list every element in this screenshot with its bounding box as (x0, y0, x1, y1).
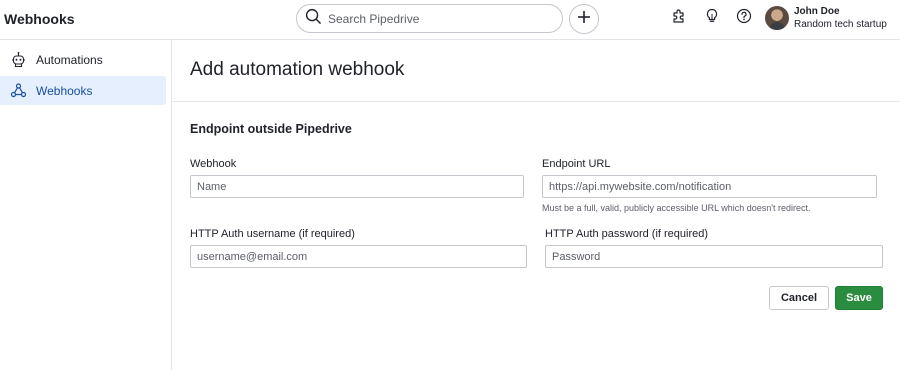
user-name[interactable]: John Doe (794, 6, 840, 17)
page-header: Add automation webhook (172, 40, 900, 102)
auth-username-label: HTTP Auth username (if required) (190, 228, 355, 240)
extensions-button[interactable] (670, 8, 688, 29)
puzzle-icon (671, 8, 687, 29)
ideas-button[interactable] (703, 8, 721, 29)
webhook-icon (10, 82, 27, 99)
cancel-button[interactable]: Cancel (769, 286, 829, 310)
app-title: Webhooks (4, 11, 75, 27)
robot-icon (10, 51, 27, 68)
search-input[interactable] (328, 11, 548, 26)
endpoint-url-input[interactable] (542, 175, 877, 198)
sidebar-item-webhooks[interactable]: Webhooks (0, 76, 166, 105)
avatar[interactable] (765, 6, 789, 30)
auth-password-label: HTTP Auth password (if required) (545, 228, 709, 240)
help-button[interactable] (735, 8, 753, 29)
lightbulb-icon (704, 8, 720, 29)
search-box[interactable] (296, 4, 563, 33)
section-title: Endpoint outside Pipedrive (190, 122, 352, 136)
endpoint-url-label: Endpoint URL (542, 158, 611, 170)
sidebar: Automations Webhooks (0, 40, 172, 370)
page-title: Add automation webhook (190, 59, 405, 80)
sidebar-item-label: Automations (36, 52, 103, 67)
auth-username-input[interactable] (190, 245, 527, 268)
add-button[interactable] (569, 4, 599, 34)
save-button[interactable]: Save (835, 286, 883, 310)
auth-password-input[interactable] (545, 245, 883, 268)
sidebar-item-automations[interactable]: Automations (0, 45, 166, 74)
webhook-label: Webhook (190, 158, 237, 170)
sidebar-item-label: Webhooks (36, 83, 93, 98)
top-bar: Webhooks John Doe Random tech startup (0, 0, 900, 40)
webhook-name-input[interactable] (190, 175, 524, 198)
search-icon (305, 8, 322, 30)
endpoint-url-hint: Must be a full, valid, publicly accessib… (542, 203, 811, 213)
help-icon (736, 8, 752, 29)
plus-icon (577, 10, 591, 29)
user-company[interactable]: Random tech startup (794, 19, 887, 30)
